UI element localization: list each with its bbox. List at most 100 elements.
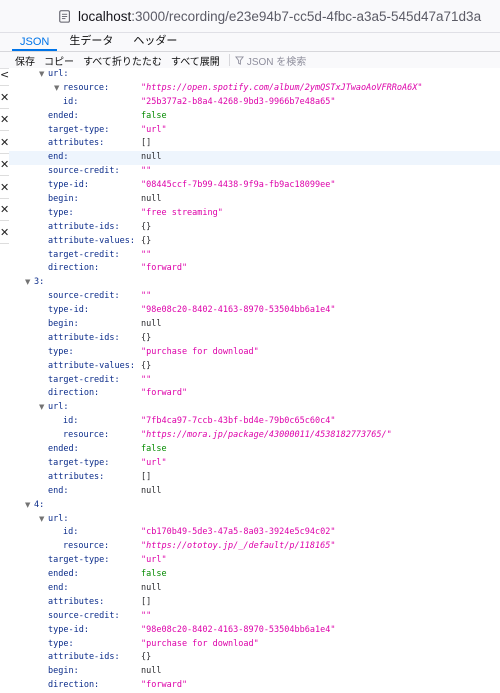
json-value: "forward": [141, 263, 188, 274]
json-key: type-id:: [48, 624, 89, 635]
json-row[interactable]: target-type: "url": [9, 456, 500, 471]
json-value: {}: [141, 235, 152, 246]
json-row[interactable]: target-type: "url": [9, 554, 500, 568]
close-tab-icon[interactable]: ✕: [0, 87, 9, 109]
close-tab-icon[interactable]: ✕: [0, 222, 9, 244]
close-tab-icon[interactable]: ✕: [0, 177, 9, 199]
json-key: target-type:: [48, 555, 110, 566]
json-row[interactable]: resource: "https://mora.jp/package/430000…: [9, 429, 500, 444]
json-key: direction:: [48, 680, 100, 691]
json-row[interactable]: type-id: "08445ccf-7b99-4438-9f9a-fb9ac18…: [9, 179, 500, 194]
json-key: ended:: [48, 569, 79, 580]
json-row[interactable]: direction: "forward": [9, 679, 500, 693]
json-row[interactable]: end: null: [9, 582, 500, 596]
collapse-all-button[interactable]: すべて折りたたむ: [83, 53, 162, 68]
side-divider: [0, 242, 9, 244]
json-value: null: [141, 485, 162, 496]
json-row[interactable]: attribute-values: {}: [9, 234, 500, 249]
tab-headers[interactable]: ヘッダー: [125, 32, 185, 51]
json-row[interactable]: ▼ 3:: [9, 276, 500, 290]
json-row[interactable]: attributes: []: [9, 471, 500, 485]
copy-button[interactable]: コピー: [44, 53, 74, 68]
json-value: "": [141, 166, 152, 177]
json-row[interactable]: id: "cb170b49-5de3-47a5-8a03-3924e5c94c02…: [9, 526, 500, 540]
json-value[interactable]: "https://ototoy.jp/_/default/p/118165": [141, 540, 335, 554]
json-row[interactable]: ▼ 4:: [9, 499, 500, 513]
tab-json[interactable]: JSON: [12, 36, 58, 51]
close-tab-icon[interactable]: ✕: [0, 109, 9, 131]
json-key: type-id:: [48, 180, 89, 191]
close-tab-icon[interactable]: ✕: [0, 199, 9, 221]
json-row[interactable]: type-id: "98e08c20-8402-4163-8970-53504bb…: [9, 623, 500, 638]
json-row[interactable]: begin: null: [9, 665, 500, 679]
expand-toggle-icon[interactable]: ▼: [25, 276, 30, 290]
json-row[interactable]: end: null: [9, 484, 500, 499]
json-row[interactable]: ▼ url:: [9, 401, 500, 416]
expand-toggle-icon[interactable]: ▼: [39, 68, 44, 82]
json-value: "98e08c20-8402-4163-8970-53504bb6a1e4": [141, 305, 336, 316]
json-key: end:: [48, 582, 69, 593]
json-row[interactable]: ▼ resource: "https://open.spotify.com/albu…: [9, 82, 500, 96]
save-button[interactable]: 保存: [15, 53, 35, 68]
close-tab-icon[interactable]: ✕: [0, 154, 9, 176]
json-key: attribute-values:: [48, 360, 135, 371]
expand-all-button[interactable]: すべて展開: [171, 53, 220, 68]
expand-toggle-icon[interactable]: ▼: [39, 401, 44, 415]
url-host: localhost: [78, 8, 132, 24]
json-row[interactable]: ▼ url:: [9, 512, 500, 527]
address-bar[interactable]: localhost:3000/recording/e23e94b7-cc5d-4…: [0, 0, 500, 33]
expand-toggle-icon[interactable]: ▼: [54, 82, 59, 96]
json-row[interactable]: source-credit: "": [9, 290, 500, 305]
json-filter-input[interactable]: JSON を検索: [234, 53, 306, 68]
page-info-icon[interactable]: [58, 9, 72, 23]
json-row[interactable]: resource: "https://ototoy.jp/_/default/p/…: [9, 540, 500, 555]
json-key: resource:: [63, 82, 110, 93]
json-value[interactable]: "https://mora.jp/package/43000011/453818…: [141, 429, 392, 443]
json-row[interactable]: ended: false: [9, 568, 500, 582]
json-key: id:: [63, 416, 79, 427]
json-row[interactable]: begin: null: [9, 318, 500, 332]
json-row[interactable]: end: null: [9, 151, 500, 166]
json-row[interactable]: attribute-ids: {}: [9, 651, 500, 666]
json-row[interactable]: attribute-ids: {}: [9, 332, 500, 346]
json-value: []: [141, 471, 152, 482]
json-row[interactable]: target-type: "url": [9, 123, 500, 138]
json-key: id:: [63, 527, 79, 538]
json-key: source-credit:: [48, 166, 120, 177]
json-row[interactable]: type: "purchase for download": [9, 638, 500, 652]
json-row[interactable]: type-id: "98e08c20-8402-4163-8970-53504bb…: [9, 304, 500, 318]
close-tab-icon[interactable]: ✕: [0, 132, 9, 154]
url-text[interactable]: localhost:3000/recording/e23e94b7-cc5d-4…: [78, 9, 481, 24]
json-row[interactable]: attribute-ids: {}: [9, 221, 500, 235]
json-key: resource:: [63, 430, 110, 441]
json-row[interactable]: attributes: []: [9, 595, 500, 610]
tab-raw-data[interactable]: 生データ: [61, 32, 121, 51]
json-row[interactable]: target-credit: "": [9, 249, 500, 263]
json-row[interactable]: begin: null: [9, 193, 500, 207]
json-value: "url": [141, 457, 167, 468]
expand-toggle-icon[interactable]: ▼: [39, 513, 44, 527]
json-row[interactable]: id: "25b377a2-b8a4-4268-9bd3-9966b7e48a65…: [9, 95, 500, 110]
json-row[interactable]: target-credit: "": [9, 373, 500, 388]
json-key: begin:: [48, 666, 79, 677]
json-value[interactable]: "https://open.spotify.com/album/2ymQSTxJ…: [141, 82, 422, 96]
json-row[interactable]: ended: false: [9, 443, 500, 457]
json-row[interactable]: ended: false: [9, 110, 500, 124]
json-row[interactable]: type: "purchase for download": [9, 345, 500, 360]
json-value: []: [141, 138, 152, 149]
json-value: "08445ccf-7b99-4438-9f9a-fb9ac18099ee": [141, 180, 336, 191]
json-key: begin:: [48, 319, 79, 330]
json-row[interactable]: attribute-values: {}: [9, 360, 500, 374]
expand-toggle-icon[interactable]: ▼: [25, 499, 30, 513]
json-row[interactable]: source-credit: "": [9, 610, 500, 624]
json-row[interactable]: direction: "forward": [9, 387, 500, 401]
json-row[interactable]: type: "free streaming": [9, 206, 500, 221]
json-row[interactable]: attributes: []: [9, 137, 500, 151]
json-row[interactable]: ▼ url:: [9, 68, 500, 82]
scroll-left-icon[interactable]: <: [0, 64, 9, 86]
json-row[interactable]: direction: "forward": [9, 262, 500, 277]
json-row[interactable]: source-credit: "": [9, 165, 500, 179]
json-key: ended:: [48, 444, 79, 455]
json-value: {}: [141, 332, 152, 343]
json-row[interactable]: id: "7fb4ca97-7ccb-43bf-bd4e-79b0c65c60c4…: [9, 415, 500, 429]
